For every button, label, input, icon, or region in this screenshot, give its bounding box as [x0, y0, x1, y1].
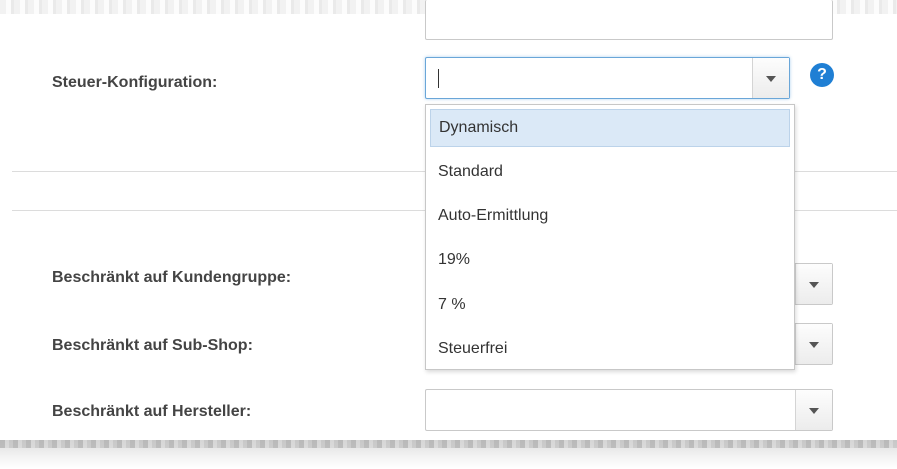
sub-shop-dropdown-trigger[interactable]	[795, 324, 832, 364]
dropdown-option-standard[interactable]: Standard	[430, 153, 790, 191]
manufacturer-label: Beschränkt auf Hersteller:	[52, 403, 252, 420]
top-partial-field[interactable]	[425, 0, 833, 40]
chevron-down-icon	[766, 76, 776, 82]
chevron-down-icon	[809, 408, 819, 414]
sub-shop-label: Beschränkt auf Sub-Shop:	[52, 337, 253, 354]
manufacturer-dropdown-trigger[interactable]	[795, 390, 832, 430]
dropdown-option-auto-ermittlung[interactable]: Auto-Ermittlung	[430, 197, 790, 235]
torn-edge-bottom	[0, 440, 897, 469]
text-caret	[438, 69, 439, 88]
dropdown-option-steuerfrei[interactable]: Steuerfrei	[430, 330, 790, 368]
tax-config-combobox[interactable]	[425, 57, 790, 99]
customer-group-dropdown-trigger[interactable]	[795, 264, 832, 304]
tax-config-dropdown-list: Dynamisch Standard Auto-Ermittlung 19% 7…	[425, 104, 795, 370]
tax-config-dropdown-trigger[interactable]	[752, 58, 789, 98]
dropdown-option-19[interactable]: 19%	[430, 241, 790, 279]
chevron-down-icon	[809, 282, 819, 288]
manufacturer-combobox[interactable]	[425, 389, 833, 431]
dropdown-option-7[interactable]: 7 %	[430, 286, 790, 324]
chevron-down-icon	[809, 342, 819, 348]
tax-config-label: Steuer-Konfiguration:	[52, 74, 218, 91]
customer-group-label: Beschränkt auf Kundengruppe:	[52, 269, 292, 286]
help-icon[interactable]: ?	[810, 63, 834, 87]
dropdown-option-dynamisch[interactable]: Dynamisch	[430, 109, 790, 147]
